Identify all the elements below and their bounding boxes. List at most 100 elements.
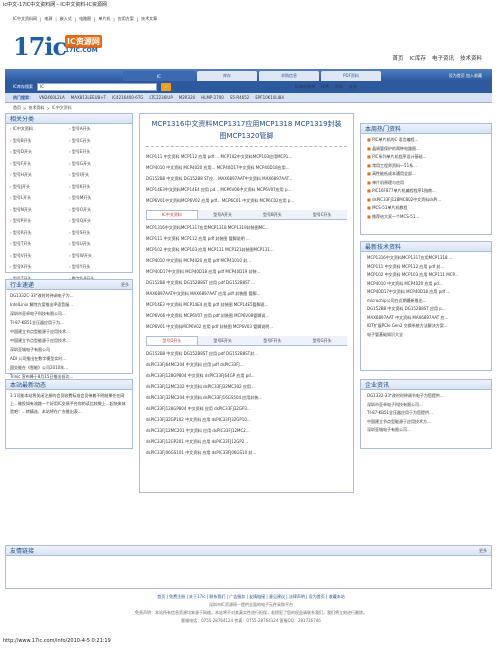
article-link[interactable]: dsPIC33FJ32MC204 中文资料 dsPIC33FJ16GS504 应…: [146, 392, 347, 403]
news-item[interactable]: TI-87-KB51全压器应用于为...: [10, 318, 128, 327]
search-input[interactable]: IC: [36, 83, 157, 91]
news-item[interactable]: 中国建立节点型能源于应用技术...: [10, 336, 128, 345]
top-link[interactable]: 应用方案: [118, 16, 134, 22]
hot-item[interactable]: PIC系列单片机程序设计基础...: [367, 153, 485, 162]
category-link[interactable]: 型号K开头: [69, 184, 128, 190]
category-link[interactable]: 型号X开头: [10, 264, 69, 270]
article-link[interactable]: MCP6V01中文资料MCP6V02 应用 pdf... MCP6C01 中文资…: [146, 195, 347, 206]
new-item[interactable]: microchip公司在近期最新推出...: [367, 297, 485, 306]
top-link[interactable]: 电源: [44, 16, 52, 22]
enterprise-item[interactable]: TI-87-KB51全压器应用于为您提供...: [367, 409, 485, 418]
category-link[interactable]: 型号V开头: [10, 253, 69, 259]
top-link[interactable]: 电路图: [79, 16, 91, 22]
article-link[interactable]: MAX6897AAT中文资料 MAX6897AAT 应用 pdf 封装图 管脚.…: [146, 288, 347, 299]
category-link[interactable]: 型号B开头: [10, 138, 69, 144]
category-link[interactable]: 型号O开头: [69, 207, 128, 213]
tab-pdf[interactable]: PDF资料: [321, 71, 381, 81]
article-link[interactable]: dsPIC33FJ12MC202 中文资料 dsPIC33FJ32MC302 应…: [146, 381, 347, 392]
article-link[interactable]: MCP14E3中文资料MCP14E4 应用 pd... MCP6V06中文资料 …: [146, 184, 347, 195]
subtab[interactable]: 型号B开头: [247, 210, 298, 219]
hot-item[interactable]: 晶闸管保护的两种电路图...: [367, 145, 485, 154]
category-link[interactable]: 型号G开头: [69, 161, 128, 167]
subtab[interactable]: 型号F开头: [247, 336, 298, 345]
article-link[interactable]: MCP111 中文资料 MCP112 应用 pdf 封装图 管脚说明 ...: [146, 233, 347, 244]
new-item[interactable]: MAX6897AAT 中文资料 MAX6897AAT 应...: [367, 314, 485, 323]
article-link[interactable]: dsPIC33FJ64MC204 中文资料 应用 pdf dsPIC33FJ..…: [146, 359, 347, 370]
tab-ic[interactable]: IC: [123, 71, 195, 81]
hot-search-item[interactable]: LTC2236IUP: [149, 95, 172, 100]
enterprise-item[interactable]: 中国建立节点型能源于应用技术方...: [367, 418, 485, 427]
news-item[interactable]: ADI 公司推出在数字模型实时...: [10, 354, 128, 363]
new-item[interactable]: MCP40D17中文资料 MCP40D18 应用 pdf ...: [367, 288, 485, 297]
hot-search-item[interactable]: M2R320: [179, 95, 195, 100]
new-item[interactable]: MCP1316中文资料MCP1317应用MCP1318 ...: [367, 254, 485, 263]
header-link-news[interactable]: 电子资讯: [432, 54, 454, 62]
hot-item[interactable]: 单片机原理与应用: [367, 179, 485, 188]
search-button[interactable]: ›: [160, 83, 171, 91]
category-link[interactable]: 型号S开头: [69, 230, 128, 236]
new-item[interactable]: IDT扩展PCIe Gen2 交换系统方法解决方案...: [367, 322, 485, 331]
hot-search-item[interactable]: VN2460L2LA: [39, 95, 65, 100]
category-link[interactable]: IC中文资料: [10, 126, 69, 132]
subtab[interactable]: 型号E开头: [197, 336, 248, 345]
category-link[interactable]: 型号E开头: [69, 149, 128, 155]
new-item[interactable]: MCP4010 中文资料 MCP4020 应用 pd...: [367, 280, 485, 289]
category-link[interactable]: 型号N开头: [10, 207, 69, 213]
new-item[interactable]: 电子管基础知识大全: [367, 331, 485, 340]
search-link[interactable]: 技术: [321, 84, 329, 90]
article-link[interactable]: dsPIC33FJ12GP201 中文资料 应用 dsPIC33FJ12GP2.…: [146, 436, 347, 447]
category-link[interactable]: 型号L开头: [10, 195, 69, 201]
hot-item[interactable]: 常用工程师资料—51系...: [367, 162, 485, 171]
new-item[interactable]: MCP111 中文资料 MCP112 应用 pdf 封...: [367, 263, 485, 272]
tab-stock[interactable]: 库存: [197, 71, 257, 81]
category-link[interactable]: 型号C开头: [69, 138, 128, 144]
category-link[interactable]: 型号I开头: [69, 172, 128, 178]
article-link[interactable]: dsPIC33FJ128GP804 中文资料 应用 dsPIC33FJ32GP3…: [146, 403, 347, 414]
hot-item[interactable]: dsPIC33FJ128MC802中文资料dsPI...: [367, 196, 485, 205]
category-link[interactable]: 型号D开头: [10, 149, 69, 155]
news-item[interactable]: 深圳市亚卓电子科技有限公司...: [10, 309, 128, 318]
tab-buy[interactable]: 求购信息: [259, 71, 319, 81]
article-link[interactable]: MCP4010 中文资料 MCP4020 应用... MCP40D17中文资料 …: [146, 162, 347, 173]
article-link[interactable]: dsPIC33FJ32GP102 中文资料 应用 dsPIC33FJ32GP10…: [146, 414, 347, 425]
category-link[interactable]: 型号W开头: [69, 253, 128, 259]
article-link[interactable]: dsPIC33FJ12MC201 中文资料 应用 dsPIC33FJ12MC2.…: [146, 425, 347, 436]
category-link[interactable]: 型号R开头: [10, 230, 69, 236]
article-link[interactable]: MCP4010 中文资料 MCP4020 应用 pdf MCP41010 封..…: [146, 255, 347, 266]
hot-search-item[interactable]: EPF10K10LI84: [255, 95, 284, 100]
new-item[interactable]: MCP102 中文资料 MCP103 应用 MCP111 MCP...: [367, 271, 485, 280]
article-link[interactable]: MCP111 中文资料 MCP112 应用 pdf ... MCP102中文资料…: [146, 151, 347, 162]
subtab[interactable]: 型号D开头: [146, 336, 198, 345]
news-item[interactable]: 深圳亚城电子有限公司: [10, 345, 128, 354]
news-item[interactable]: IntelLinix 解除方案推出IP语音服...: [10, 300, 128, 309]
hot-item[interactable]: PIC16F877单片机编程程序1指南...: [367, 187, 485, 196]
subtab[interactable]: 型号G开头: [297, 336, 347, 345]
category-link[interactable]: 型号H开头: [10, 172, 69, 178]
header-link-tech[interactable]: 技术资料: [460, 54, 482, 62]
subtab[interactable]: 型号A开头: [197, 210, 248, 219]
hot-search-item[interactable]: S5-R4652: [230, 95, 250, 100]
top-link[interactable]: 嵌入式: [60, 16, 72, 22]
breadcrumb-home[interactable]: 首页: [13, 105, 21, 111]
category-link[interactable]: 型号J开头: [10, 184, 69, 190]
header-link-stock[interactable]: IC库存: [410, 54, 426, 62]
article-link[interactable]: dsPIC33FJ06GS101 中文资料 应用 dsPIC33FJ06GS10…: [146, 447, 347, 458]
category-link[interactable]: 型号A开头: [69, 126, 128, 132]
breadcrumb-tech[interactable]: 技术资料: [28, 105, 44, 111]
hot-item[interactable]: PIC单片机的C 语言编程...: [367, 136, 485, 145]
article-link[interactable]: DG152B8 中文资料 DG152B8ST 应用 pdf DG152B8ST封…: [146, 348, 347, 359]
article-link[interactable]: MCP6V06 中文资料 MCP6V07 应用 pdf 封装图 MCP6V08管…: [146, 310, 347, 321]
friend-more-link[interactable]: 更多: [479, 548, 487, 554]
news-item[interactable]: 中国建立节点型能源于应用技术...: [10, 327, 128, 336]
category-link[interactable]: 型号P开头: [10, 218, 69, 224]
top-link[interactable]: 技术文章: [141, 16, 157, 22]
enterprise-item[interactable]: 深圳亚城电子有限公司...: [367, 426, 485, 435]
hot-search-item[interactable]: IC4216400-6TG: [112, 95, 143, 100]
footer-nav[interactable]: 首页 | 免费注册 | 关于17ic | 联系我们 | 广告服务 | 友情链接 …: [0, 593, 502, 601]
news-more-link[interactable]: 更多: [121, 282, 129, 288]
article-link[interactable]: DG152B8 中文资料 DG152B8 ST应... MAX6897AAT中文…: [146, 173, 347, 184]
article-link[interactable]: MCP40D17中文资料 MCP40D18 应用 pdf MCP40D19 封装…: [146, 266, 347, 277]
article-link[interactable]: dsPIC33FJ128GP804 中文资料 dsPIC33FJ64GP 应用 …: [146, 370, 347, 381]
hot-search-item[interactable]: MAX813LEEUB+T: [71, 95, 106, 100]
article-link[interactable]: MCP102 中文资料 MCP103 应用 MCP111 MCP121封装图MC…: [146, 244, 347, 255]
